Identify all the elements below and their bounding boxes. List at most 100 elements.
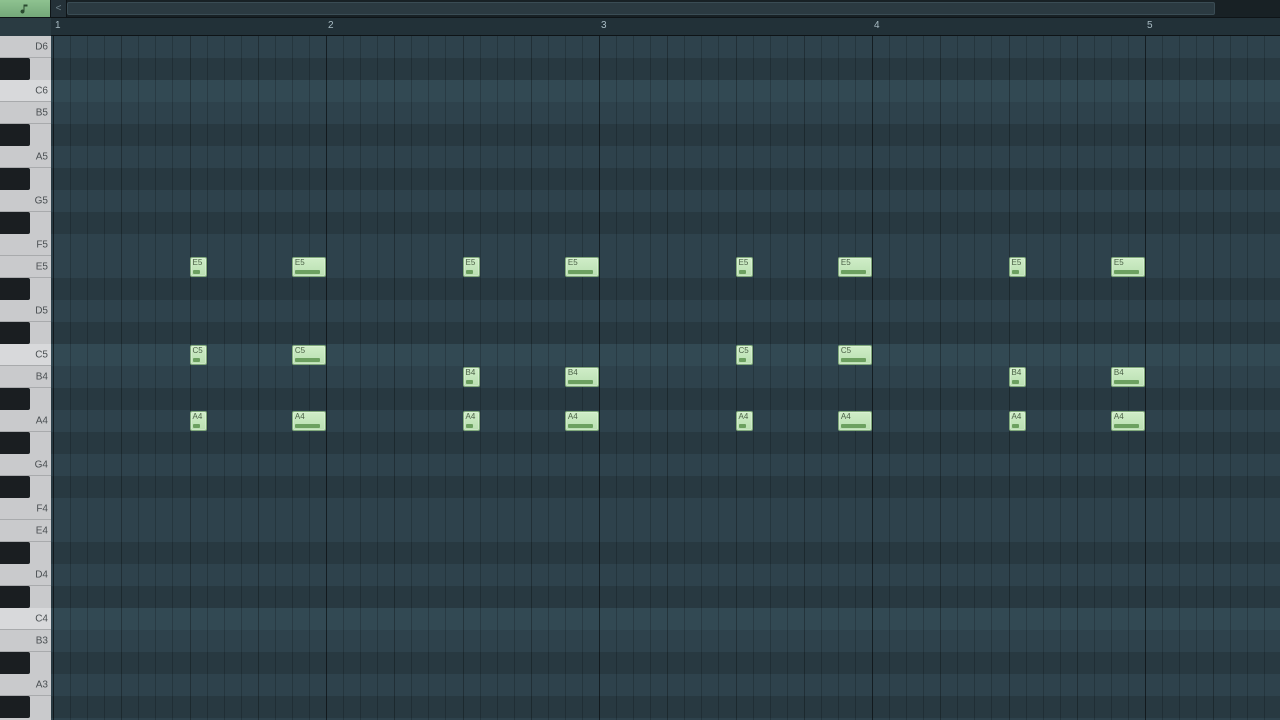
black-key[interactable] — [0, 652, 51, 674]
midi-note[interactable]: C5 — [292, 345, 326, 365]
white-key[interactable]: B4 — [0, 366, 51, 388]
white-key[interactable]: D4 — [0, 564, 51, 586]
grid-row[interactable] — [51, 476, 1280, 498]
white-key[interactable]: F5 — [0, 234, 51, 256]
h-scrollbar-thumb[interactable] — [67, 2, 1215, 15]
grid-row[interactable] — [51, 212, 1280, 234]
grid-row[interactable] — [51, 454, 1280, 476]
grid-row[interactable] — [51, 564, 1280, 586]
midi-note[interactable]: A4 — [838, 411, 872, 431]
piano-keyboard[interactable]: D6 C6 B5 A5 G5 F5E5 D5 C5B4 A4 G4 F4 E4 D4 C4B3 A3 — [0, 36, 51, 720]
midi-note[interactable]: C5 — [736, 345, 753, 365]
midi-note[interactable]: C5 — [838, 345, 872, 365]
white-key[interactable]: D6 — [0, 36, 51, 58]
midi-note[interactable]: A4 — [1111, 411, 1145, 431]
midi-note[interactable]: A4 — [1009, 411, 1026, 431]
midi-note[interactable]: E5 — [1111, 257, 1145, 277]
black-key[interactable] — [0, 476, 51, 498]
grid-row[interactable] — [51, 80, 1280, 102]
grid-row[interactable] — [51, 608, 1280, 630]
grid-row[interactable] — [51, 630, 1280, 652]
grid-row[interactable] — [51, 674, 1280, 696]
key-label: A4 — [36, 415, 48, 426]
white-key[interactable]: F4 — [0, 498, 51, 520]
grid-row[interactable] — [51, 146, 1280, 168]
midi-note[interactable]: B4 — [1009, 367, 1026, 387]
grid-row[interactable] — [51, 168, 1280, 190]
grid-row[interactable] — [51, 322, 1280, 344]
white-key[interactable]: A3 — [0, 674, 51, 696]
grid-row[interactable] — [51, 190, 1280, 212]
white-key[interactable]: B3 — [0, 630, 51, 652]
midi-note[interactable]: E5 — [190, 257, 207, 277]
grid-row[interactable] — [51, 344, 1280, 366]
white-key[interactable]: C4 — [0, 608, 51, 630]
black-key[interactable] — [0, 586, 51, 608]
pattern-menu-button[interactable] — [0, 0, 51, 17]
grid-row[interactable] — [51, 366, 1280, 388]
black-key[interactable] — [0, 388, 51, 410]
note-label: B4 — [568, 369, 578, 377]
midi-note[interactable]: E5 — [838, 257, 872, 277]
grid-row[interactable] — [51, 256, 1280, 278]
midi-note[interactable]: E5 — [463, 257, 480, 277]
grid-row[interactable] — [51, 234, 1280, 256]
black-key[interactable] — [0, 168, 51, 190]
white-key[interactable]: E4 — [0, 520, 51, 542]
midi-note[interactable]: C5 — [190, 345, 207, 365]
grid-row[interactable] — [51, 432, 1280, 454]
note-grid[interactable]: E5 E5 E5 E5 E5 E5 E5 E5 C5 C5 C5 C5 B4 B4 B4 B4 A4 A4 A4 A4… — [51, 36, 1280, 720]
black-key[interactable] — [0, 58, 51, 80]
black-key[interactable] — [0, 212, 51, 234]
grid-row[interactable] — [51, 278, 1280, 300]
white-key[interactable]: E5 — [0, 256, 51, 278]
midi-note[interactable]: A4 — [292, 411, 326, 431]
midi-note[interactable]: B4 — [463, 367, 480, 387]
key-label: C6 — [35, 85, 48, 96]
note-velocity-bar — [466, 424, 473, 428]
white-key[interactable]: G5 — [0, 190, 51, 212]
black-key[interactable] — [0, 124, 51, 146]
midi-note[interactable]: E5 — [1009, 257, 1026, 277]
grid-row[interactable] — [51, 58, 1280, 80]
white-key[interactable]: A5 — [0, 146, 51, 168]
black-key[interactable] — [0, 696, 51, 718]
grid-row[interactable] — [51, 542, 1280, 564]
white-key[interactable]: B5 — [0, 102, 51, 124]
grid-row[interactable] — [51, 520, 1280, 542]
white-key[interactable]: G4 — [0, 454, 51, 476]
grid-row[interactable] — [51, 300, 1280, 322]
key-label: D4 — [35, 569, 48, 580]
grid-row[interactable] — [51, 498, 1280, 520]
midi-note[interactable]: E5 — [292, 257, 326, 277]
grid-row[interactable] — [51, 410, 1280, 432]
midi-note[interactable]: B4 — [565, 367, 599, 387]
timeline-ruler[interactable]: 12345 — [51, 18, 1280, 36]
midi-note[interactable]: E5 — [736, 257, 753, 277]
grid-row[interactable] — [51, 652, 1280, 674]
black-key[interactable] — [0, 542, 51, 564]
white-key[interactable]: C6 — [0, 80, 51, 102]
midi-note[interactable]: B4 — [1111, 367, 1145, 387]
midi-note[interactable]: A4 — [190, 411, 207, 431]
key-label: G4 — [35, 459, 48, 470]
grid-row[interactable] — [51, 586, 1280, 608]
scroll-left-button[interactable]: < — [51, 0, 67, 17]
white-key[interactable]: C5 — [0, 344, 51, 366]
midi-note[interactable]: A4 — [463, 411, 480, 431]
black-key[interactable] — [0, 278, 51, 300]
black-key[interactable] — [0, 432, 51, 454]
key-label: E4 — [36, 525, 48, 536]
grid-row[interactable] — [51, 388, 1280, 410]
grid-row[interactable] — [51, 102, 1280, 124]
grid-row[interactable] — [51, 696, 1280, 718]
white-key[interactable]: A4 — [0, 410, 51, 432]
grid-row[interactable] — [51, 36, 1280, 58]
midi-note[interactable]: E5 — [565, 257, 599, 277]
midi-note[interactable]: A4 — [565, 411, 599, 431]
black-key[interactable] — [0, 322, 51, 344]
h-scrollbar-track[interactable] — [67, 0, 1220, 17]
white-key[interactable]: D5 — [0, 300, 51, 322]
midi-note[interactable]: A4 — [736, 411, 753, 431]
grid-row[interactable] — [51, 124, 1280, 146]
